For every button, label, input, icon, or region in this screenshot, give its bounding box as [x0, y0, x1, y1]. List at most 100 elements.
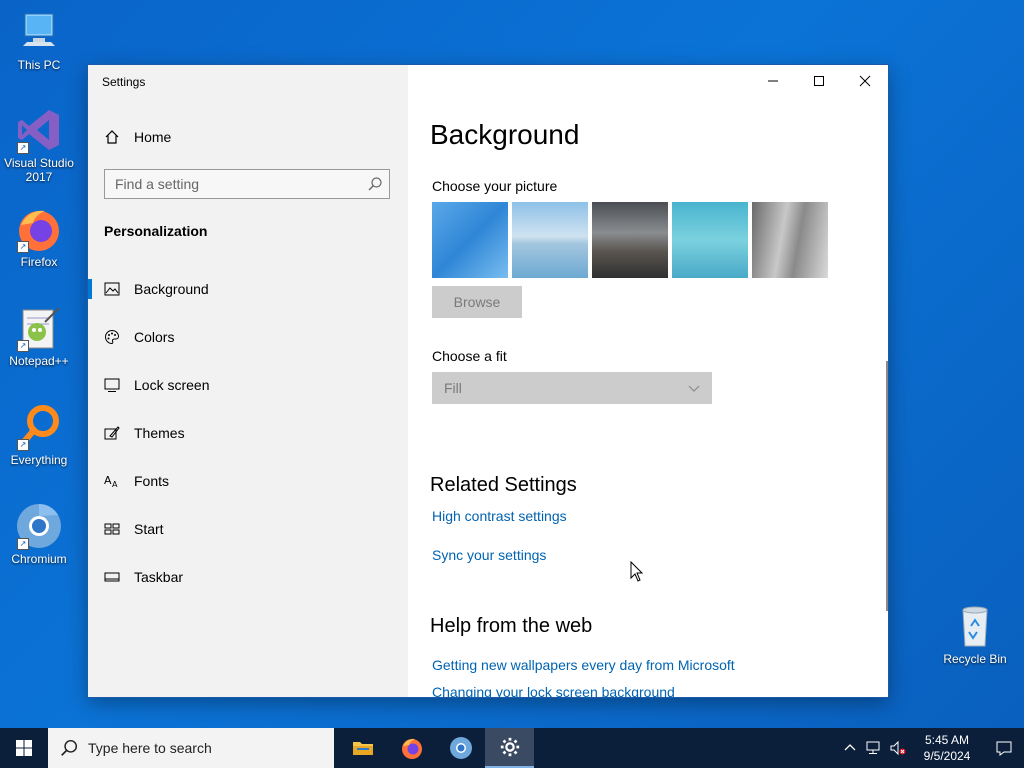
volume-muted-icon [890, 740, 906, 756]
nav-item-label: Colors [134, 329, 175, 345]
wallpaper-thumbnail-windows[interactable] [432, 202, 508, 278]
visual-studio-icon: ↗ [15, 106, 63, 154]
search-icon[interactable] [367, 176, 383, 192]
gear-icon [500, 737, 519, 757]
lock-screen-icon [104, 378, 120, 392]
wallpaper-thumbnail-beach[interactable] [512, 202, 588, 278]
shortcut-arrow-icon: ↗ [17, 340, 29, 352]
new-wallpapers-link[interactable]: Getting new wallpapers every day from Mi… [432, 657, 735, 673]
desktop-icon-firefox[interactable]: ↗ Firefox [1, 205, 77, 269]
show-hidden-icons-button[interactable] [838, 728, 862, 768]
firefox-icon [401, 738, 422, 759]
taskbar-icon [104, 572, 120, 582]
related-settings-heading: Related Settings [430, 474, 577, 496]
help-from-web-heading: Help from the web [430, 615, 593, 637]
folder-icon [352, 742, 373, 755]
desktop-icon-chromium[interactable]: ↗ Chromium [1, 502, 77, 566]
taskbar-file-explorer[interactable] [338, 728, 387, 768]
section-title: Personalization [104, 223, 208, 239]
home-icon [105, 130, 119, 144]
taskbar-search-box[interactable]: Type here to search [48, 728, 334, 768]
home-link[interactable]: Home [104, 129, 171, 145]
nav-item-label: Taskbar [134, 569, 184, 585]
nav-item-themes[interactable]: Themes [88, 409, 408, 457]
desktop-icon-everything[interactable]: ↗ Everything [1, 403, 77, 467]
notification-icon [996, 741, 1012, 756]
themes-icon [104, 426, 120, 440]
lock-screen-background-link[interactable]: Changing your lock screen background [432, 684, 675, 697]
desktop-icon-recycle-bin[interactable]: Recycle Bin [937, 602, 1013, 666]
nav-item-lock-screen[interactable]: Lock screen [88, 361, 408, 409]
taskbar: Type here to search 5:45 AM 9/5/2024 [0, 728, 1024, 768]
start-button[interactable] [0, 728, 48, 768]
settings-sidebar: Settings Home Personalization Background… [88, 65, 408, 697]
taskbar-firefox[interactable] [387, 728, 436, 768]
palette-icon [105, 329, 120, 345]
nav-item-label: Start [134, 521, 164, 537]
shortcut-arrow-icon: ↗ [17, 142, 29, 154]
start-icon [104, 523, 120, 535]
picture-icon [104, 282, 120, 296]
clock[interactable]: 5:45 AM 9/5/2024 [910, 732, 984, 764]
volume-button[interactable] [886, 728, 910, 768]
nav-item-colors[interactable]: Colors [88, 313, 408, 361]
wallpaper-thumbnail-rock[interactable] [752, 202, 828, 278]
chevron-down-icon [688, 385, 700, 392]
system-tray: 5:45 AM 9/5/2024 [838, 728, 1024, 768]
desktop-icon-label: Chromium [11, 552, 67, 566]
search-icon [61, 739, 78, 756]
nav-item-label: Fonts [134, 473, 170, 489]
nav-item-start[interactable]: Start [88, 505, 408, 553]
desktop-icon-notepadpp[interactable]: ↗ Notepad++ [1, 304, 77, 368]
wallpaper-thumbnail-night[interactable] [592, 202, 668, 278]
choose-picture-label: Choose your picture [432, 178, 558, 194]
nav-item-taskbar[interactable]: Taskbar [88, 553, 408, 601]
nav-item-fonts[interactable]: AA Fonts [88, 457, 408, 505]
mouse-cursor-icon [630, 561, 644, 582]
chevron-up-icon [844, 744, 856, 751]
nav-item-background[interactable]: Background [88, 265, 408, 313]
nav-item-label: Lock screen [134, 377, 210, 393]
settings-window: Settings Home Personalization Background… [88, 65, 888, 697]
recycle-bin-icon [951, 602, 999, 650]
desktop-icon-label: Recycle Bin [943, 652, 1007, 666]
choose-fit-label: Choose a fit [432, 348, 507, 364]
notepadpp-icon: ↗ [15, 304, 63, 352]
desktop-icon-this-pc[interactable]: This PC [1, 8, 77, 72]
shortcut-arrow-icon: ↗ [17, 439, 29, 451]
browse-button[interactable]: Browse [432, 286, 522, 318]
content-scrollbar[interactable] [886, 361, 888, 611]
network-icon [866, 741, 880, 754]
fonts-icon: AA [104, 474, 118, 489]
picture-thumbnails [432, 202, 828, 278]
sync-your-settings-link[interactable]: Sync your settings [432, 547, 546, 563]
windows-logo-icon [16, 740, 32, 756]
action-center-button[interactable] [984, 728, 1024, 768]
shortcut-arrow-icon: ↗ [17, 241, 29, 253]
desktop-icon-label: Notepad++ [9, 354, 69, 368]
nav-item-label: Background [134, 281, 209, 297]
svg-text:A: A [104, 474, 112, 487]
search-input[interactable] [105, 175, 367, 193]
clock-date: 9/5/2024 [923, 749, 971, 763]
desktop-icon-label: This PC [17, 58, 61, 72]
page-title: Background [430, 119, 580, 150]
desktop-icon-label: Everything [10, 453, 68, 467]
taskbar-settings[interactable] [485, 728, 534, 768]
window-title: Settings [102, 75, 146, 89]
personalization-nav: Background Colors Lock screen Themes AA … [88, 265, 408, 601]
network-button[interactable] [862, 728, 886, 768]
computer-icon [15, 8, 63, 56]
high-contrast-settings-link[interactable]: High contrast settings [432, 508, 567, 524]
nav-item-label: Themes [134, 425, 185, 441]
desktop-icon-visual-studio[interactable]: ↗ Visual Studio 2017 [1, 106, 77, 184]
taskbar-chromium[interactable] [436, 728, 485, 768]
chromium-icon [449, 737, 472, 759]
desktop-icon-label: Firefox [20, 255, 58, 269]
magnifier-icon: ↗ [15, 403, 63, 451]
desktop-icon-label: Visual Studio 2017 [4, 156, 74, 184]
fit-selected-value: Fill [444, 380, 462, 396]
wallpaper-thumbnail-underwater[interactable] [672, 202, 748, 278]
choose-fit-dropdown[interactable]: Fill [432, 372, 712, 404]
find-setting-search[interactable] [104, 169, 390, 199]
